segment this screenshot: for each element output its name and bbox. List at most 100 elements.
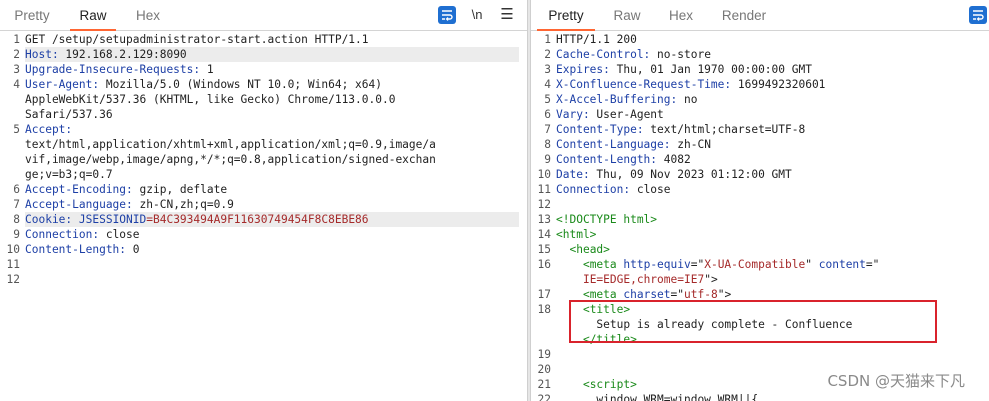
code-text: <title>	[582, 303, 631, 316]
newline-toggle-button[interactable]: \n	[466, 5, 488, 25]
line-number: 5	[544, 93, 551, 106]
code-line: 15 <head>	[531, 242, 989, 257]
code-line: </title>	[531, 332, 989, 347]
line-number: 18	[537, 303, 551, 316]
tab-request-raw[interactable]: Raw	[70, 0, 116, 31]
code-line: 4 User-Agent: Mozilla/5.0 (Windows NT 10.…	[0, 77, 527, 92]
line-number: 8	[13, 213, 20, 226]
tab-response-raw[interactable]: Raw	[605, 0, 649, 30]
code-text: <head>	[569, 243, 610, 256]
code-text: Connection: close	[25, 228, 140, 241]
line-number: 3	[13, 63, 20, 76]
code-line: 7 Accept-Language: zh-CN,zh;q=0.9	[0, 197, 527, 212]
code-text: Cache-Control: no-store	[556, 48, 711, 61]
line-number: 2	[13, 48, 20, 61]
code-line: Safari/537.36	[0, 107, 527, 122]
line-number: 20	[537, 363, 551, 376]
code-line: 10 Content-Length: 0	[0, 242, 527, 257]
line-number: 22	[537, 393, 551, 401]
code-line: 5 X-Accel-Buffering: no	[531, 92, 989, 107]
code-line: IE=EDGE,chrome=IE7">	[531, 272, 989, 287]
line-number: 12	[6, 273, 20, 286]
word-wrap-icon[interactable]	[438, 6, 456, 24]
code-line: 2 Cache-Control: no-store	[531, 47, 989, 62]
code-text: Cookie: JSESSIONID=B4C393494A9F116307494…	[25, 212, 519, 227]
line-number: 11	[6, 258, 20, 271]
line-number: 19	[537, 348, 551, 361]
line-number: 12	[537, 198, 551, 211]
code-text: Accept:	[25, 123, 73, 136]
code-line: 12	[0, 272, 527, 287]
request-tabbar: Pretty Raw Hex \n ☰	[0, 0, 527, 31]
code-line: 16 <meta http-equiv="X-UA-Compatible" co…	[531, 257, 989, 272]
line-number: 4	[13, 78, 20, 91]
line-number: 5	[13, 123, 20, 136]
code-text: AppleWebKit/537.36 (KHTML, like Gecko) C…	[25, 93, 396, 106]
code-text: Vary: User-Agent	[556, 108, 664, 121]
line-number: 7	[13, 198, 20, 211]
code-text: Connection: close	[556, 183, 671, 196]
code-line: 12	[531, 197, 989, 212]
code-line: 10 Date: Thu, 09 Nov 2023 01:12:00 GMT	[531, 167, 989, 182]
line-number: 6	[13, 183, 20, 196]
line-number: 15	[537, 243, 551, 256]
code-text: Setup is already complete - Confluence	[556, 318, 853, 331]
line-number: 6	[544, 108, 551, 121]
code-text: Accept-Language: zh-CN,zh;q=0.9	[25, 198, 234, 211]
line-number: 13	[537, 213, 551, 226]
code-line: Setup is already complete - Confluence	[531, 317, 989, 332]
code-line: 8 Content-Language: zh-CN	[531, 137, 989, 152]
line-number: 9	[544, 153, 551, 166]
tab-response-hex[interactable]: Hex	[659, 0, 703, 30]
code-line: 14 <html>	[531, 227, 989, 242]
code-line: 6 Vary: User-Agent	[531, 107, 989, 122]
code-text: User-Agent: Mozilla/5.0 (Windows NT 10.0…	[25, 78, 382, 91]
code-text: Content-Language: zh-CN	[556, 138, 711, 151]
code-line: 4 X-Confluence-Request-Time: 169949232060…	[531, 77, 989, 92]
request-editor[interactable]: 1 GET /setup/setupadministrator-start.act…	[0, 32, 527, 401]
code-line: 1 HTTP/1.1 200	[531, 32, 989, 47]
line-number: 21	[537, 378, 551, 391]
code-text: Host: 192.168.2.129:8090	[25, 47, 519, 62]
code-text: <meta http-equiv="X-UA-Compatible" conte…	[582, 258, 880, 271]
code-text: HTTP/1.1 200	[556, 33, 637, 46]
code-text: X-Confluence-Request-Time: 1699492320601	[556, 78, 826, 91]
line-number: 16	[537, 258, 551, 271]
code-line: text/html,application/xhtml+xml,applicat…	[0, 137, 527, 152]
code-line: 5 Accept:	[0, 122, 527, 137]
code-line: 2 Host: 192.168.2.129:8090	[0, 47, 527, 62]
response-tabbar: Pretty Raw Hex Render	[531, 0, 989, 31]
code-text: Upgrade-Insecure-Requests: 1	[25, 63, 214, 76]
response-pane: Pretty Raw Hex Render 1 HTTP/1.1 200 2 Cach…	[531, 0, 989, 401]
word-wrap-icon[interactable]	[969, 6, 987, 24]
code-text: Safari/537.36	[25, 108, 113, 121]
tab-response-render[interactable]: Render	[713, 0, 775, 30]
tab-request-pretty[interactable]: Pretty	[6, 0, 58, 30]
tab-response-pretty[interactable]: Pretty	[537, 0, 595, 31]
line-number: 10	[6, 243, 20, 256]
line-number: 11	[537, 183, 551, 196]
code-line: 1 GET /setup/setupadministrator-start.act…	[0, 32, 527, 47]
code-text: <meta charset="utf-8">	[582, 288, 732, 301]
line-number: 17	[537, 288, 551, 301]
response-editor[interactable]: 1 HTTP/1.1 200 2 Cache-Control: no-store 3 Ex…	[531, 32, 989, 401]
code-text: ge;v=b3;q=0.7	[25, 168, 113, 181]
code-line: AppleWebKit/537.36 (KHTML, like Gecko) C…	[0, 92, 527, 107]
code-line: 6 Accept-Encoding: gzip, deflate	[0, 182, 527, 197]
code-text: </title>	[582, 333, 637, 346]
code-line: 9 Content-Length: 4082	[531, 152, 989, 167]
line-number: 4	[544, 78, 551, 91]
code-line: 11	[0, 257, 527, 272]
watermark: CSDN @天猫来下凡	[827, 372, 965, 390]
code-line: 9 Connection: close	[0, 227, 527, 242]
line-number: 1	[544, 33, 551, 46]
code-text: GET /setup/setupadministrator-start.acti…	[25, 33, 369, 46]
code-line: ge;v=b3;q=0.7	[0, 167, 527, 182]
code-line: 7 Content-Type: text/html;charset=UTF-8	[531, 122, 989, 137]
code-line: 19	[531, 347, 989, 362]
tab-request-hex[interactable]: Hex	[124, 0, 172, 30]
code-text: X-Accel-Buffering: no	[556, 93, 698, 106]
code-text: Accept-Encoding: gzip, deflate	[25, 183, 228, 196]
line-number: 3	[544, 63, 551, 76]
hamburger-icon[interactable]: ☰	[497, 5, 517, 25]
